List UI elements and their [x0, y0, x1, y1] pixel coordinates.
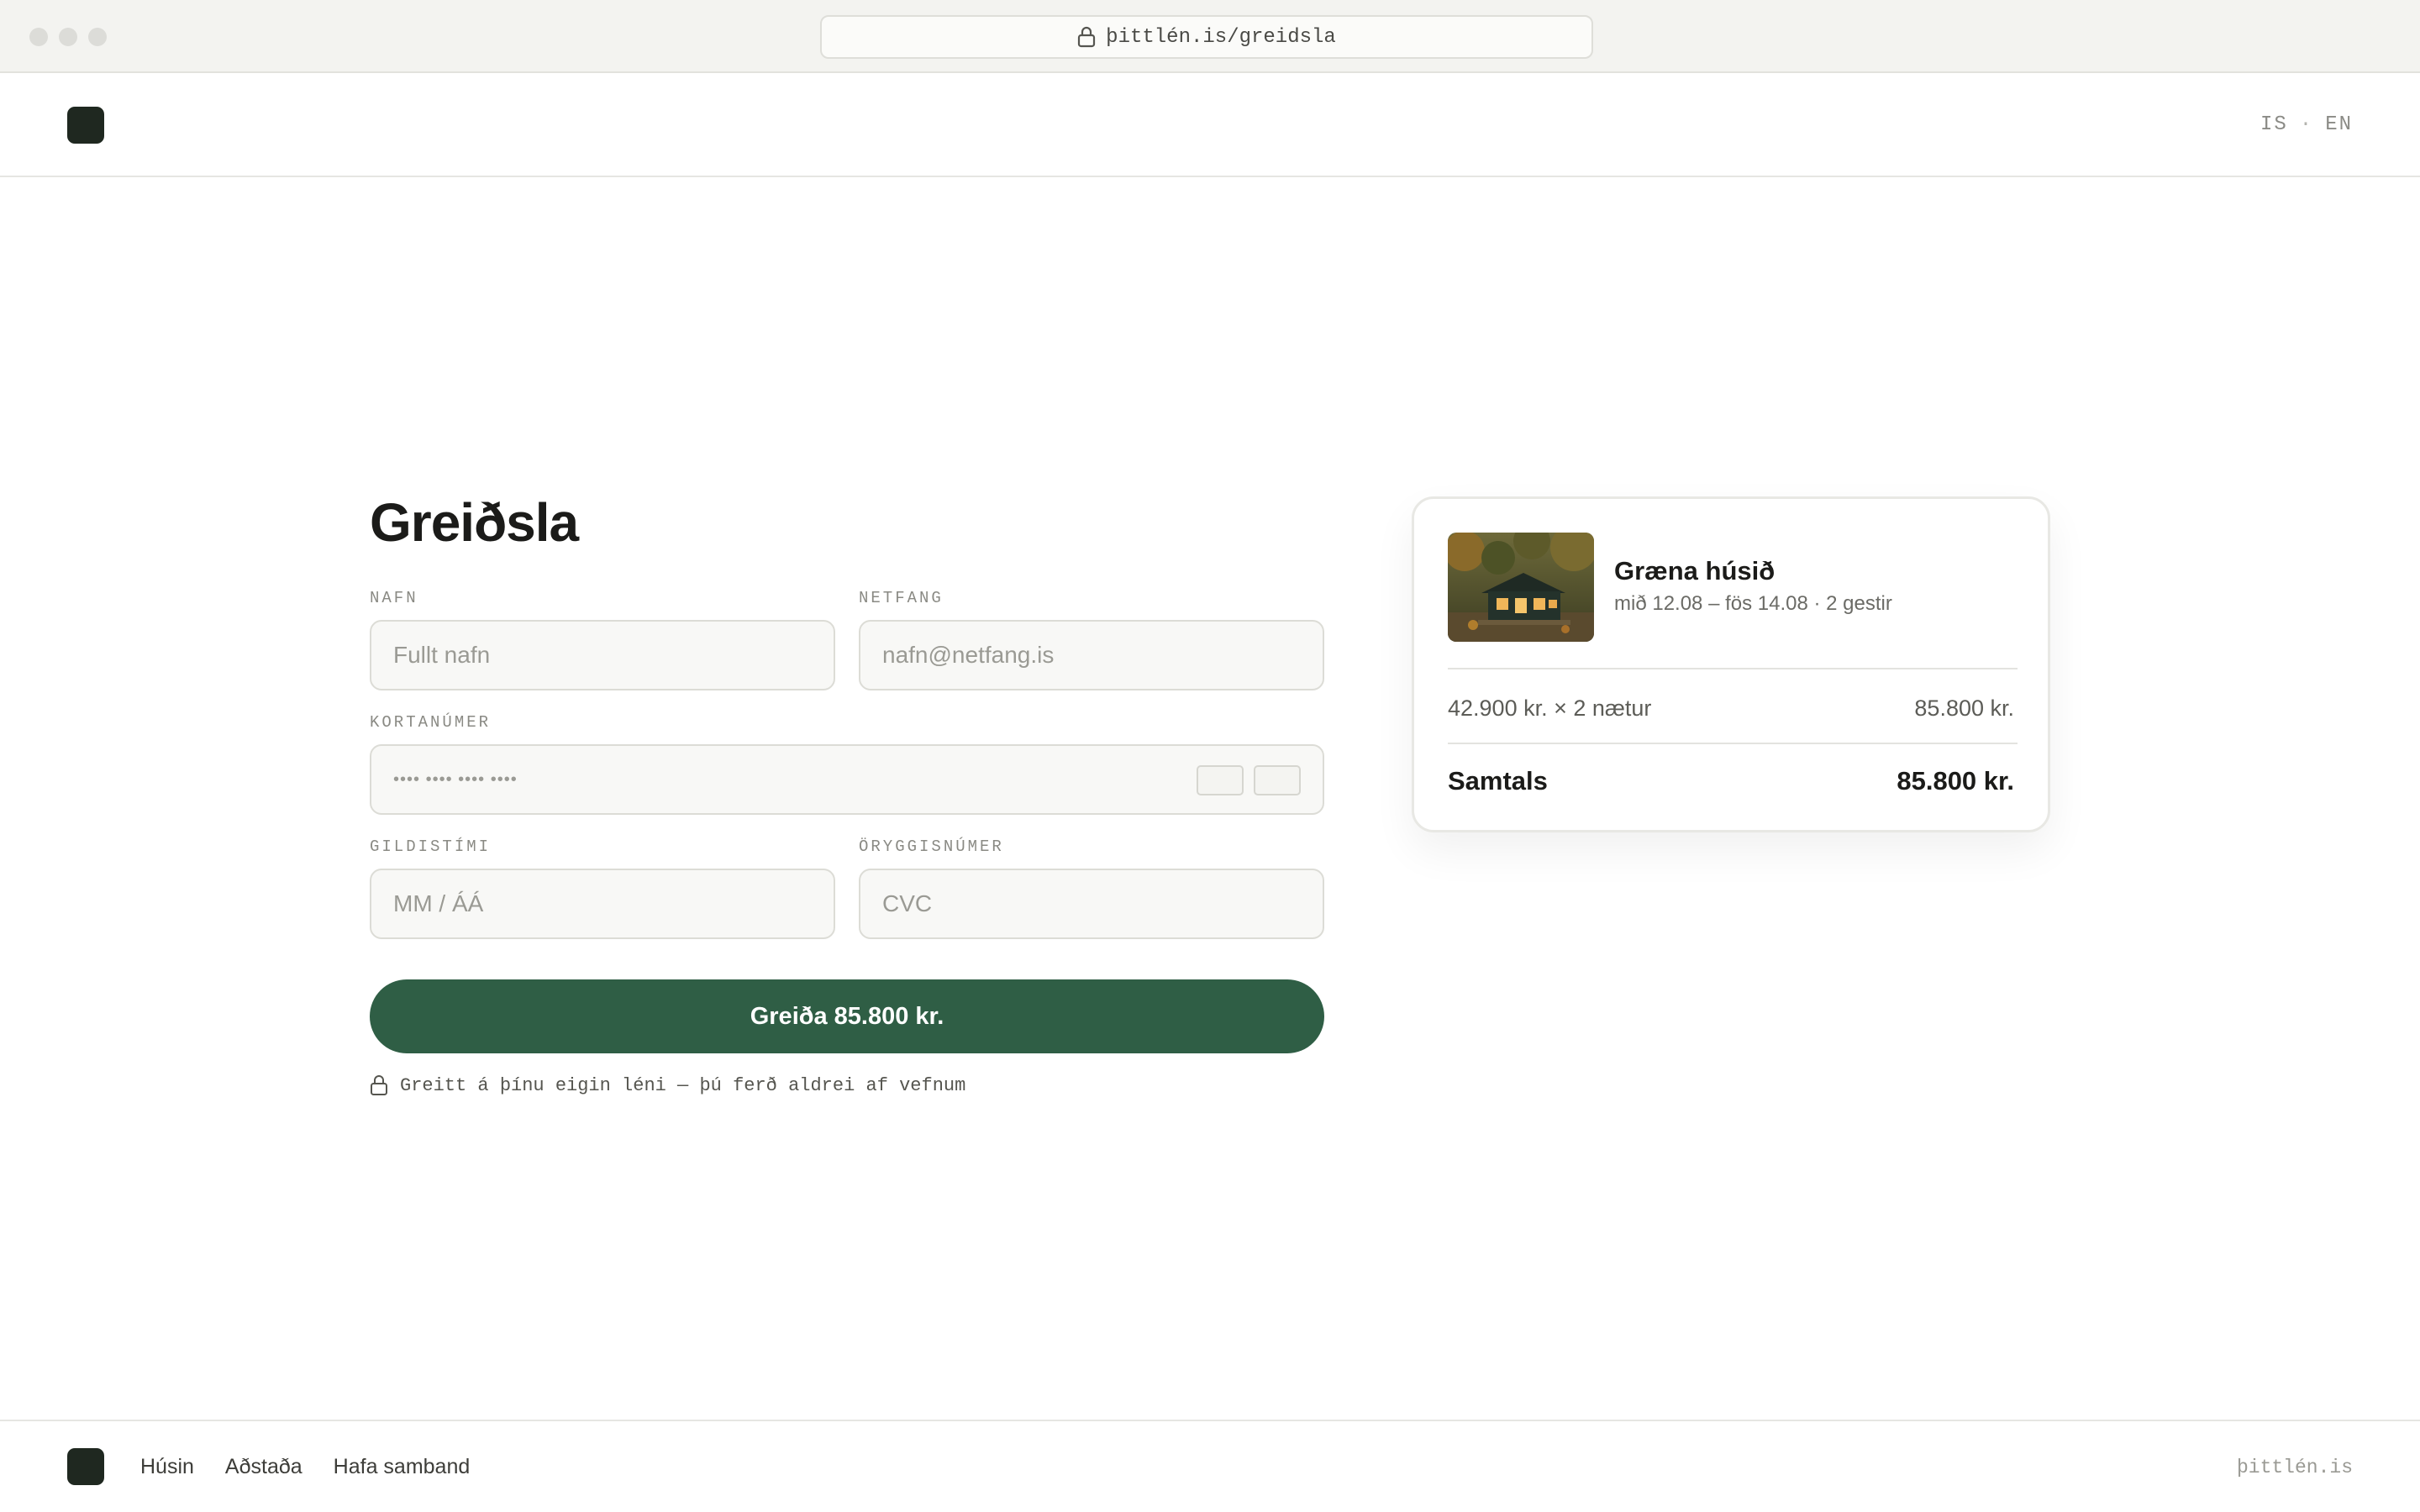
lang-is-link[interactable]: IS — [2260, 113, 2288, 136]
footer-link-husin[interactable]: Húsin — [140, 1455, 194, 1479]
footer-nav: Húsin Aðstaða Hafa samband — [140, 1455, 470, 1479]
card-brand-icons — [1197, 765, 1301, 795]
payment-form: Greiðsla NAFN Fullt nafn NETFANG nafn@ne… — [370, 491, 1324, 1096]
booking-dates: mið 12.08 – fös 14.08 · 2 gestir — [1614, 592, 1892, 615]
total-amount: 85.800 kr. — [1897, 766, 2014, 795]
email-label: NETFANG — [859, 589, 944, 607]
house-thumbnail — [1448, 533, 1594, 642]
price-line-description: 42.900 kr. × 2 nætur — [1448, 696, 1652, 721]
name-label: NAFN — [370, 589, 418, 607]
total-label: Samtals — [1448, 766, 1548, 795]
card-number-field[interactable]: •••• •••• •••• •••• — [370, 744, 1324, 815]
pay-button[interactable]: Greiða 85.800 kr. — [370, 979, 1324, 1053]
lock-icon — [1078, 26, 1096, 48]
page-title: Greiðsla — [370, 492, 579, 553]
footer-logo[interactable] — [67, 1448, 104, 1485]
lang-en-link[interactable]: EN — [2325, 113, 2353, 136]
expiry-label: GILDISTÍMI — [370, 837, 492, 856]
expiry-field[interactable]: MM / ÁÁ — [370, 869, 835, 939]
footer-link-adstada[interactable]: Aðstaða — [225, 1455, 302, 1479]
name-field[interactable]: Fullt nafn — [370, 620, 835, 690]
site-footer: Húsin Aðstaða Hafa samband þittlén.is — [0, 1420, 2420, 1512]
cvc-label: ÖRYGGISNÚMER — [859, 837, 1004, 856]
divider — [1448, 743, 2018, 744]
card-brand-icon — [1254, 765, 1301, 795]
cvc-field[interactable]: CVC — [859, 869, 1324, 939]
site-logo[interactable] — [67, 107, 104, 144]
house-name: Græna húsið — [1614, 556, 1776, 585]
browser-chrome: þittlén.is/greidsla — [0, 0, 2420, 73]
site-header: IS · EN — [0, 73, 2420, 177]
url-text: þittlén.is/greidsla — [1106, 25, 1336, 49]
email-field[interactable]: nafn@netfang.is — [859, 620, 1324, 690]
order-summary-card: Græna húsið mið 12.08 – fös 14.08 · 2 ge… — [1412, 496, 2050, 832]
card-brand-icon — [1197, 765, 1244, 795]
address-bar[interactable]: þittlén.is/greidsla — [820, 15, 1593, 59]
divider — [1448, 668, 2018, 669]
close-window-button[interactable] — [29, 28, 48, 46]
lang-separator: · — [2299, 113, 2314, 136]
card-number-placeholder: •••• •••• •••• •••• — [393, 769, 518, 789]
price-line-amount: 85.800 kr. — [1914, 696, 2014, 721]
footer-link-hafa-samband[interactable]: Hafa samband — [334, 1455, 471, 1479]
secure-note: Greitt á þínu eigin léni — þú ferð aldre… — [370, 1074, 965, 1096]
window-controls — [29, 28, 107, 46]
card-number-label: KORTANÚMER — [370, 713, 492, 732]
lock-icon — [371, 1075, 387, 1095]
minimize-window-button[interactable] — [59, 28, 77, 46]
language-switcher: IS · EN — [2260, 113, 2353, 136]
footer-domain: þittlén.is — [2236, 1457, 2353, 1478]
secure-note-text: Greitt á þínu eigin léni — þú ferð aldre… — [400, 1074, 966, 1096]
maximize-window-button[interactable] — [88, 28, 107, 46]
